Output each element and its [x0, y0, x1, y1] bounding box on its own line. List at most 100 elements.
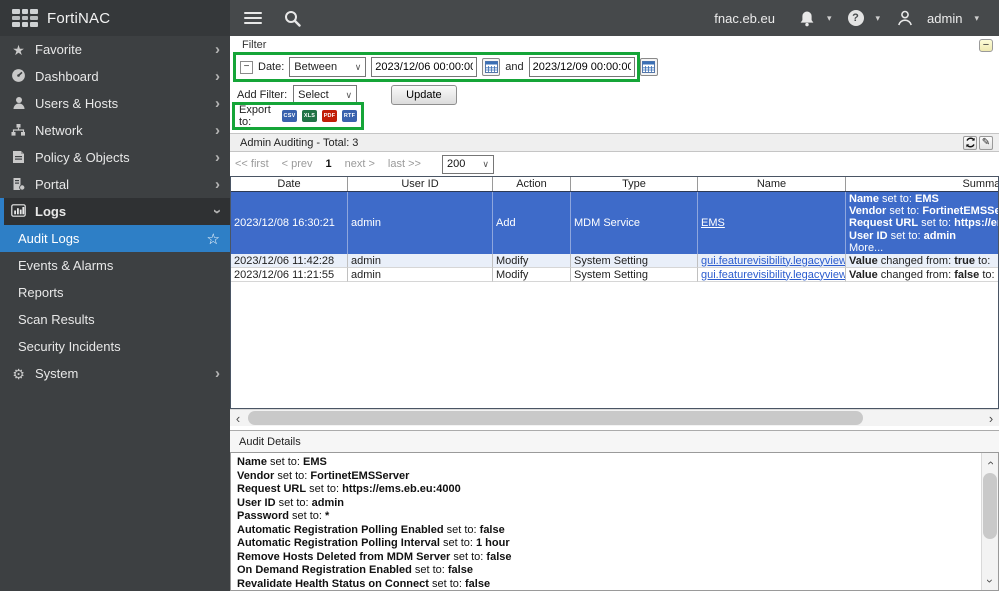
- cell-summary: Name set to: EMS Vendor set to: Fortinet…: [846, 192, 999, 254]
- sidebar-item-label: Logs: [35, 204, 215, 219]
- sidebar-item-scan-results[interactable]: Scan Results: [0, 306, 230, 333]
- column-header-name[interactable]: Name: [698, 177, 846, 191]
- user-avatar-icon[interactable]: [896, 9, 914, 27]
- export-pdf-icon[interactable]: PDF: [322, 110, 337, 122]
- detail-line: Password set to: *: [237, 510, 975, 524]
- favorite-star-outline-icon[interactable]: ☆: [207, 230, 220, 248]
- date-to-input[interactable]: [529, 57, 635, 77]
- collapse-filter-panel-button[interactable]: −: [979, 39, 993, 52]
- sidebar-item-label: Scan Results: [18, 312, 220, 327]
- cell-type: System Setting: [571, 268, 698, 282]
- annotation-export: Export to: CSV XLS PDF RTF: [232, 102, 364, 130]
- detail-line: Request URL set to: https://ems.eb.eu:40…: [237, 483, 975, 497]
- horizontal-scrollbar[interactable]: ‹ ›: [230, 409, 999, 426]
- notifications-bell-icon[interactable]: [799, 10, 815, 27]
- date-from-input[interactable]: [371, 57, 477, 77]
- remove-date-filter-button[interactable]: −: [240, 61, 253, 74]
- select-arrow-icon: ∨: [482, 159, 489, 170]
- chevron-right-icon: ›: [215, 42, 220, 57]
- detail-line: Automatic Registration Polling Interval …: [237, 537, 975, 551]
- user-caret-icon[interactable]: ▾: [974, 13, 979, 24]
- sidebar-item-label: Audit Logs: [18, 231, 207, 246]
- sidebar-item-label: Favorite: [35, 42, 215, 57]
- more-link[interactable]: More...: [849, 242, 999, 254]
- sidebar-item-security-incidents[interactable]: Security Incidents: [0, 333, 230, 360]
- update-button[interactable]: Update: [391, 85, 456, 105]
- horizontal-scroll-thumb[interactable]: [248, 411, 863, 425]
- edit-columns-pencil-icon[interactable]: ✎: [979, 136, 993, 150]
- column-header-summary[interactable]: Summary: [846, 177, 999, 191]
- cell-date: 2023/12/06 11:21:55: [231, 268, 348, 282]
- current-page-number: 1: [326, 158, 332, 170]
- sidebar-item-dashboard[interactable]: Dashboard ›: [0, 63, 230, 90]
- scroll-down-icon[interactable]: ›: [982, 573, 998, 588]
- chevron-right-icon: ›: [215, 177, 220, 192]
- table-row[interactable]: 2023/12/06 11:21:55 admin Modify System …: [231, 268, 998, 282]
- name-link[interactable]: gui.featurevisibility.legacyview: [701, 269, 846, 281]
- sidebar-item-audit-logs[interactable]: Audit Logs ☆: [0, 225, 230, 252]
- detail-line: On Demand Registration Enabled set to: f…: [237, 564, 975, 578]
- table-row[interactable]: 2023/12/06 11:42:28 admin Modify System …: [231, 254, 998, 268]
- gear-icon: ⚙: [10, 367, 27, 381]
- sidebar-item-label: Events & Alarms: [18, 258, 220, 273]
- scroll-left-icon[interactable]: ‹: [230, 410, 246, 426]
- name-link[interactable]: gui.featurevisibility.legacyview: [701, 255, 846, 267]
- date-operator-select[interactable]: Between ∨: [289, 57, 366, 77]
- sidebar-item-users-hosts[interactable]: Users & Hosts ›: [0, 90, 230, 117]
- column-header-user-id[interactable]: User ID: [348, 177, 493, 191]
- vertical-scroll-thumb[interactable]: [983, 473, 997, 539]
- summary-line: Name set to: EMS: [849, 193, 999, 205]
- page-last-link[interactable]: last >>: [388, 158, 421, 170]
- scroll-up-icon[interactable]: ›: [982, 455, 998, 470]
- bell-caret-icon[interactable]: ▾: [827, 13, 832, 24]
- hostname-label: fnac.eb.eu: [714, 11, 775, 26]
- chevron-right-icon: ›: [215, 366, 220, 381]
- menu-toggle-icon[interactable]: [244, 12, 262, 24]
- column-header-action[interactable]: Action: [493, 177, 571, 191]
- audit-table: Date User ID Action Type Name Summary 20…: [230, 176, 999, 409]
- date-and-label: and: [505, 61, 523, 73]
- chevron-right-icon: ›: [215, 96, 220, 111]
- cell-date: 2023/12/08 16:30:21: [231, 192, 348, 254]
- sidebar-item-reports[interactable]: Reports: [0, 279, 230, 306]
- sidebar-item-policy-objects[interactable]: Policy & Objects ›: [0, 144, 230, 171]
- policy-document-icon: [10, 150, 27, 166]
- export-csv-icon[interactable]: CSV: [282, 110, 297, 122]
- vertical-scrollbar[interactable]: › ›: [981, 453, 998, 590]
- cell-action: Modify: [493, 268, 571, 282]
- page-next-link[interactable]: next >: [345, 158, 375, 170]
- search-icon[interactable]: [284, 10, 301, 27]
- select-arrow-icon: ∨: [355, 62, 362, 73]
- summary-line: Vendor set to: FortinetEMSServer: [849, 205, 999, 217]
- sidebar-item-logs[interactable]: Logs ›: [0, 198, 230, 225]
- refresh-icon[interactable]: [963, 136, 977, 150]
- sidebar-item-network[interactable]: Network ›: [0, 117, 230, 144]
- name-link[interactable]: EMS: [701, 217, 725, 229]
- export-excel-icon[interactable]: XLS: [302, 110, 317, 122]
- sidebar-item-system[interactable]: ⚙ System ›: [0, 360, 230, 387]
- cell-user-id: admin: [348, 254, 493, 268]
- page-prev-link[interactable]: < prev: [282, 158, 313, 170]
- brand-area[interactable]: FortiNAC: [0, 0, 230, 36]
- scroll-right-icon[interactable]: ›: [983, 410, 999, 426]
- page-size-select[interactable]: 200 ∨: [442, 155, 494, 174]
- add-filter-label: Add Filter:: [237, 89, 287, 101]
- sidebar-item-label: Portal: [35, 177, 215, 192]
- audit-details-header: Audit Details: [230, 430, 999, 452]
- sidebar-item-portal[interactable]: Portal ›: [0, 171, 230, 198]
- column-header-type[interactable]: Type: [571, 177, 698, 191]
- cell-name: gui.featurevisibility.legacyview: [698, 268, 846, 282]
- audit-details-title: Audit Details: [239, 436, 301, 448]
- calendar-icon[interactable]: [482, 58, 500, 76]
- cell-user-id: admin: [348, 268, 493, 282]
- sidebar-item-favorite[interactable]: ★ Favorite ›: [0, 36, 230, 63]
- username-label: admin: [927, 11, 962, 26]
- help-caret-icon[interactable]: ▾: [876, 13, 881, 24]
- calendar-icon[interactable]: [640, 58, 658, 76]
- sidebar-item-events-alarms[interactable]: Events & Alarms: [0, 252, 230, 279]
- help-icon[interactable]: ?: [848, 10, 864, 26]
- column-header-date[interactable]: Date: [231, 177, 348, 191]
- page-first-link[interactable]: << first: [235, 158, 269, 170]
- table-row-selected[interactable]: 2023/12/08 16:30:21 admin Add MDM Servic…: [231, 192, 998, 254]
- export-rtf-icon[interactable]: RTF: [342, 110, 357, 122]
